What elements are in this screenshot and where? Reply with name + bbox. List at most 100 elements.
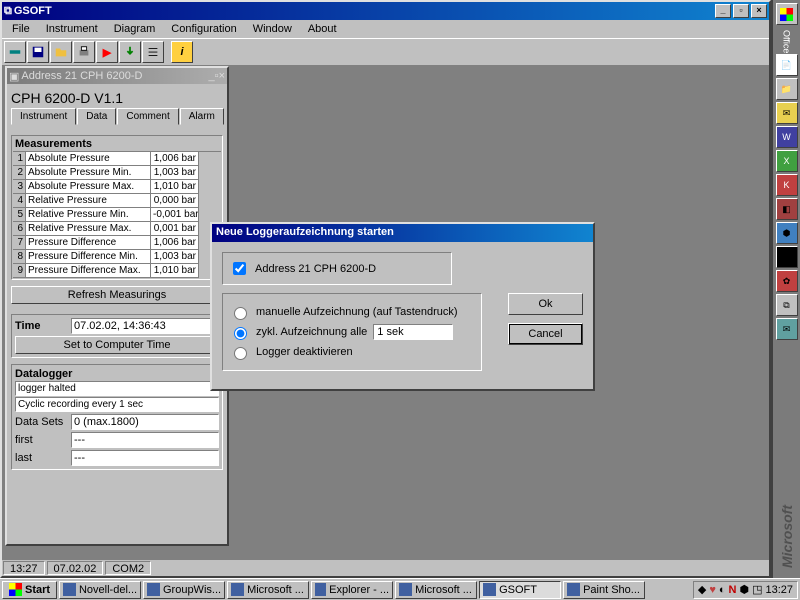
last-label: last xyxy=(15,452,71,464)
minimize-button[interactable]: _ xyxy=(715,4,731,18)
set-time-button[interactable]: Set to Computer Time xyxy=(15,336,219,354)
taskbar-button[interactable]: Microsoft ... xyxy=(227,581,309,599)
measurement-row: 9Pressure Difference Max.1,010 bar xyxy=(13,264,221,278)
maximize-button[interactable]: ▫ xyxy=(733,4,749,18)
logger-status-2: Cyclic recording every 1 sec xyxy=(15,397,219,412)
tray-icon-1[interactable]: ◆ xyxy=(698,583,706,596)
tool-print-icon[interactable] xyxy=(73,41,95,63)
logger-dialog: Neue Loggeraufzeichnung starten Address … xyxy=(210,222,595,391)
tray-icon-3[interactable]: ◐ xyxy=(719,584,726,596)
measurements-title: Measurements xyxy=(13,137,221,152)
office-shortcut-10[interactable]: ✿ xyxy=(776,270,798,292)
start-button[interactable]: Start xyxy=(2,581,57,599)
tool-save-icon[interactable] xyxy=(27,41,49,63)
taskbar-button[interactable]: GroupWis... xyxy=(143,581,225,599)
radio-manual[interactable] xyxy=(234,307,247,320)
child-title: Address 21 CPH 6200-D xyxy=(19,70,208,82)
system-tray: ◆ ♥ ◐ N ⬢ ◳ 13:27 xyxy=(693,581,798,599)
time-field[interactable] xyxy=(71,318,219,334)
radio-deactivate-label: Logger deaktivieren xyxy=(256,346,353,358)
taskbar-button[interactable]: Microsoft ... xyxy=(395,581,477,599)
menu-diagram[interactable]: Diagram xyxy=(106,21,164,37)
measurement-row: 3Absolute Pressure Max.1,010 bar xyxy=(13,180,221,194)
app-icon: ⧉ xyxy=(4,5,12,18)
device-checkbox[interactable] xyxy=(233,262,246,275)
office-shortcut-9[interactable]: ⬢ xyxy=(776,246,798,268)
taskbar-button[interactable]: GSOFT xyxy=(479,581,561,599)
taskbar: Start Novell-del...GroupWis...Microsoft … xyxy=(0,578,800,600)
close-button[interactable]: × xyxy=(751,4,767,18)
tray-icon-6[interactable]: ◳ xyxy=(752,583,762,596)
measurement-row: 8Pressure Difference Min.1,003 bar xyxy=(13,250,221,264)
taskbar-button[interactable]: Explorer - ... xyxy=(311,581,393,599)
tool-open-icon[interactable] xyxy=(50,41,72,63)
status-date: 07.02.02 xyxy=(47,561,104,575)
radio-cyclic[interactable] xyxy=(234,327,247,340)
measurement-row: 1Absolute Pressure1,006 bar xyxy=(13,152,221,166)
menu-file[interactable]: File xyxy=(4,21,38,37)
datalogger-panel: Datalogger logger halted Cyclic recordin… xyxy=(11,364,223,470)
ok-button[interactable]: Ok xyxy=(508,293,583,315)
tool-connect-icon[interactable] xyxy=(4,41,26,63)
measurement-row: 7Pressure Difference1,006 bar xyxy=(13,236,221,250)
tool-download-icon[interactable] xyxy=(119,41,141,63)
measurements-panel: Measurements 1Absolute Pressure1,006 bar… xyxy=(11,135,223,280)
measurement-row: 6Relative Pressure Max.0,001 bar xyxy=(13,222,221,236)
tool-record-icon[interactable]: ▶ xyxy=(96,41,118,63)
child-close-button[interactable]: × xyxy=(219,70,225,82)
datasets-field xyxy=(71,414,219,430)
child-titlebar: ▣ Address 21 CPH 6200-D _ ▫ × xyxy=(7,68,227,84)
radio-cyclic-label: zykl. Aufzeichnung alle xyxy=(256,326,367,338)
office-logo-icon[interactable] xyxy=(776,3,798,25)
office-shortcut-2[interactable]: 📁 xyxy=(776,78,798,100)
first-label: first xyxy=(15,434,71,446)
refresh-button[interactable]: Refresh Measurings xyxy=(11,286,223,304)
office-shortcut-1[interactable]: 📄 xyxy=(776,54,798,76)
tab-alarm[interactable]: Alarm xyxy=(180,108,224,125)
first-field xyxy=(71,432,219,448)
measurement-row: 2Absolute Pressure Min.1,003 bar xyxy=(13,166,221,180)
menu-instrument[interactable]: Instrument xyxy=(38,21,106,37)
time-label: Time xyxy=(15,320,71,332)
radio-manual-label: manuelle Aufzeichnung (auf Tastendruck) xyxy=(256,306,458,318)
office-label: Office xyxy=(782,30,792,53)
office-shortcut-5[interactable]: X xyxy=(776,150,798,172)
tab-data[interactable]: Data xyxy=(77,108,116,125)
office-shortcut-6[interactable]: K xyxy=(776,174,798,196)
office-shortcut-8[interactable]: ⬢ xyxy=(776,222,798,244)
office-shortcut-7[interactable]: ◧ xyxy=(776,198,798,220)
tool-list-icon[interactable] xyxy=(142,41,164,63)
device-label: Address 21 CPH 6200-D xyxy=(255,263,376,275)
tabs: Instrument Data Comment Alarm xyxy=(11,108,223,125)
tray-clock: 13:27 xyxy=(765,584,793,596)
status-time: 13:27 xyxy=(3,561,45,575)
datasets-label: Data Sets xyxy=(15,416,71,428)
status-port: COM2 xyxy=(105,561,151,575)
office-shortcut-11[interactable]: ⧉ xyxy=(776,294,798,316)
microsoft-label: Microsoft xyxy=(779,505,795,568)
tool-info-icon[interactable]: i xyxy=(171,41,193,63)
office-bar: Office 📄 📁 ✉ W X K ◧ ⬢ ⬢ ✿ ⧉ ✉ Microsoft xyxy=(771,0,800,578)
cancel-button[interactable]: Cancel xyxy=(508,323,583,345)
office-shortcut-12[interactable]: ✉ xyxy=(776,318,798,340)
last-field xyxy=(71,450,219,466)
menubar: File Instrument Diagram Configuration Wi… xyxy=(2,20,769,38)
windows-icon xyxy=(9,583,22,596)
tray-icon-5[interactable]: ⬢ xyxy=(739,583,749,596)
tab-comment[interactable]: Comment xyxy=(117,108,178,125)
menu-window[interactable]: Window xyxy=(245,21,300,37)
dialog-title: Neue Loggeraufzeichnung starten xyxy=(212,224,593,242)
measurement-row: 5Relative Pressure Min.-0,001 bar xyxy=(13,208,221,222)
office-shortcut-4[interactable]: W xyxy=(776,126,798,148)
taskbar-button[interactable]: Paint Sho... xyxy=(563,581,645,599)
tray-icon-2[interactable]: ♥ xyxy=(709,584,716,596)
menu-configuration[interactable]: Configuration xyxy=(163,21,244,37)
tray-icon-4[interactable]: N xyxy=(729,584,737,596)
cyclic-interval-input[interactable] xyxy=(373,324,453,340)
taskbar-button[interactable]: Novell-del... xyxy=(59,581,141,599)
menu-about[interactable]: About xyxy=(300,21,345,37)
datalogger-title: Datalogger xyxy=(15,368,219,380)
office-shortcut-3[interactable]: ✉ xyxy=(776,102,798,124)
radio-deactivate[interactable] xyxy=(234,347,247,360)
tab-instrument[interactable]: Instrument xyxy=(11,108,76,125)
